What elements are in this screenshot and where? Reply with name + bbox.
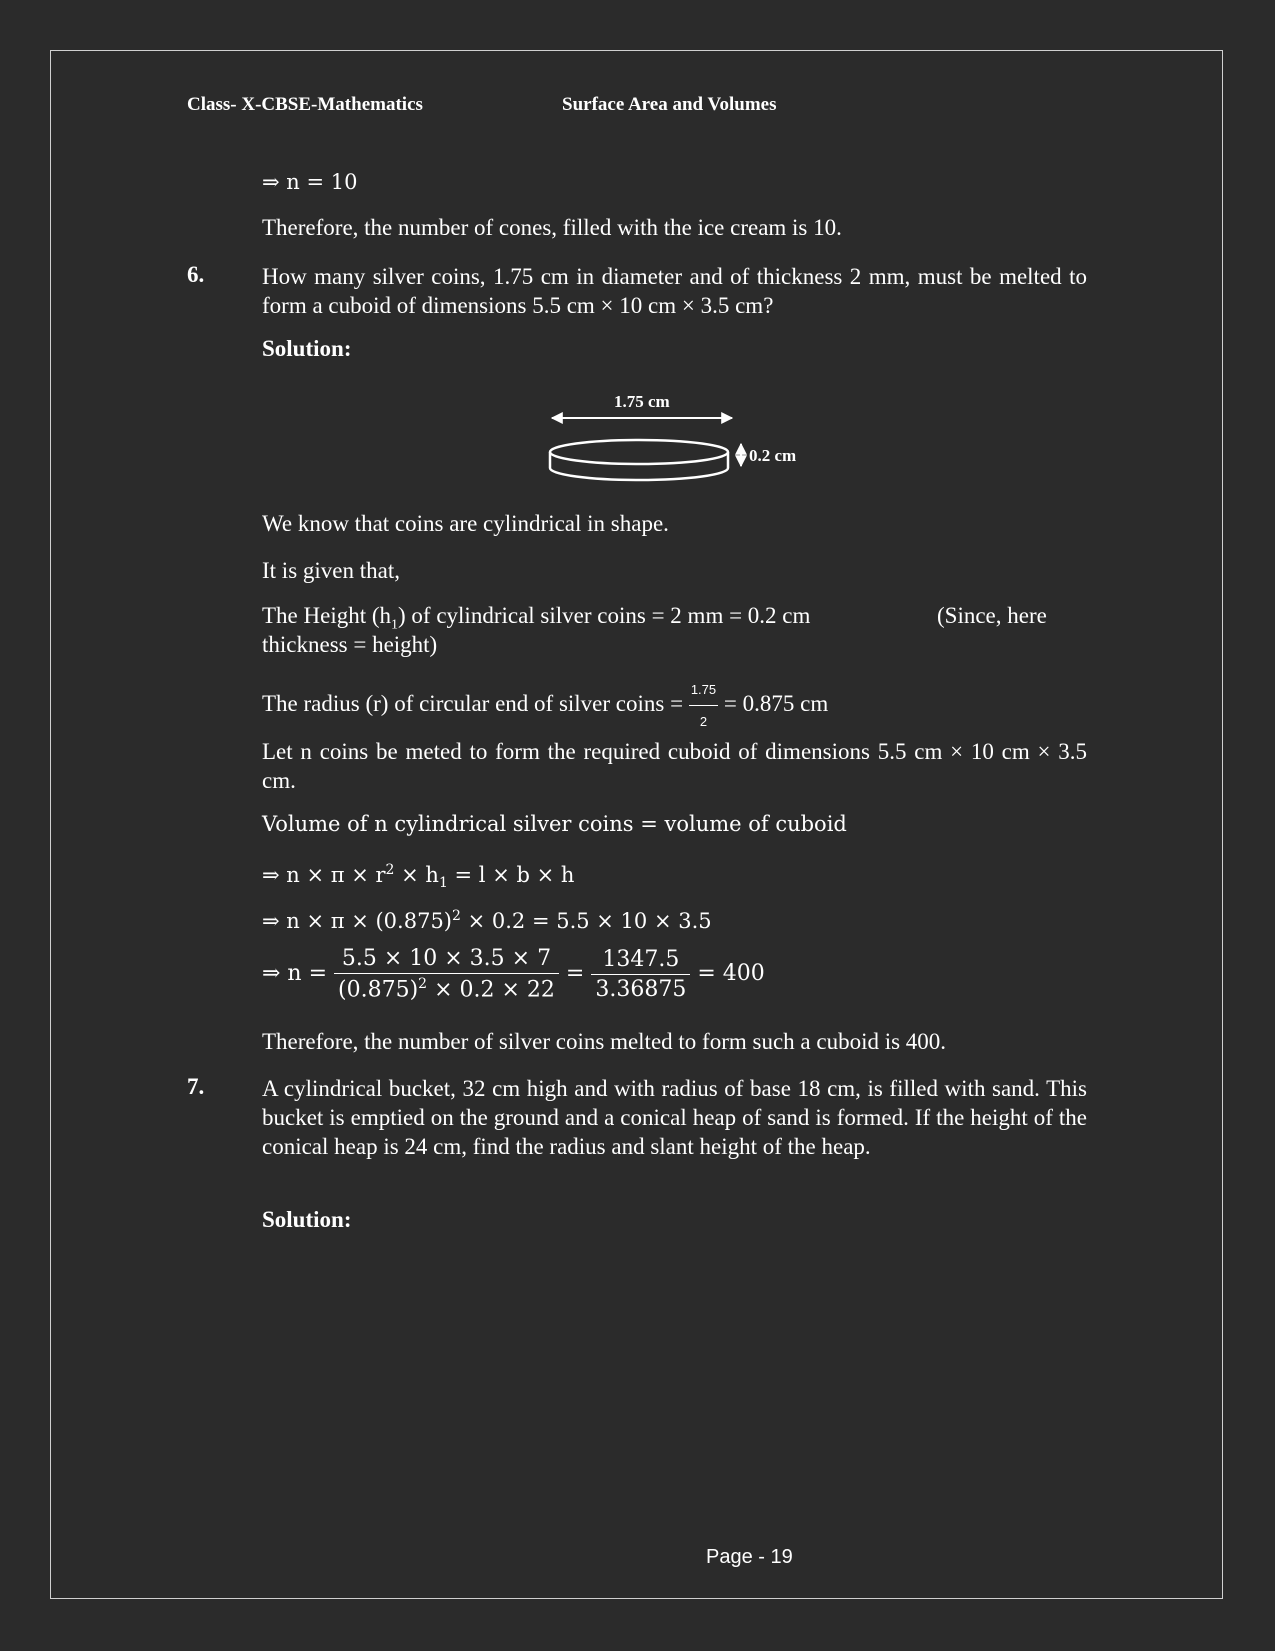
header-class: Class- X-CBSE-Mathematics: [187, 94, 423, 115]
q7-solution-label: Solution:: [262, 1207, 352, 1232]
header-chapter: Surface Area and Volumes: [562, 94, 777, 115]
height-note-cont: thickness = height): [262, 632, 438, 657]
volume-equation: Volume of n cylindrical silver coins = v…: [262, 812, 847, 836]
question-number-7: 7.: [187, 1074, 205, 1099]
let-n-coins: Let n coins be meted to form the require…: [262, 739, 1087, 793]
thickness-label: 0.2 cm: [749, 446, 797, 465]
diameter-label: 1.75 cm: [614, 392, 670, 411]
given: It is given that,: [262, 558, 400, 583]
q6-solution-label: Solution:: [262, 336, 352, 361]
page-number: Page - 19: [706, 1546, 793, 1568]
radius-fraction: 1.75 2: [688, 675, 719, 736]
coin-figure: [548, 412, 747, 482]
therefore-cones: Therefore, the number of cones, filled w…: [262, 215, 842, 240]
equation-3: ⇒ n = 5.5 × 10 × 3.5 × 7 (0.875)2 × 0.2 …: [262, 946, 765, 1003]
coin-side: [548, 452, 730, 482]
therefore-coins: Therefore, the number of silver coins me…: [262, 1029, 947, 1054]
equation-1: ⇒ n × π × r2 × h1 = l × b × h: [262, 862, 575, 892]
question-7-text: A cylindrical bucket, 32 cm high and wit…: [262, 1076, 1087, 1159]
coins-cylindrical: We know that coins are cylindrical in sh…: [262, 511, 669, 536]
fraction-1: 5.5 × 10 × 3.5 × 7 (0.875)2 × 0.2 × 22: [334, 946, 559, 1002]
question-6-text: How many silver coins, 1.75 cm in diamet…: [262, 264, 1087, 318]
question-number-6: 6.: [187, 262, 205, 287]
fraction-2: 1347.5 3.36875: [591, 947, 691, 1002]
line-n-equals-10: ⇒ n = 10: [262, 170, 358, 194]
radius-line: The radius (r) of circular end of silver…: [262, 675, 828, 736]
coin-top: [548, 438, 730, 466]
equation-2: ⇒ n × π × (0.875)2 × 0.2 = 5.5 × 10 × 3.…: [262, 908, 712, 933]
height-note: (Since, here: [937, 603, 1047, 628]
